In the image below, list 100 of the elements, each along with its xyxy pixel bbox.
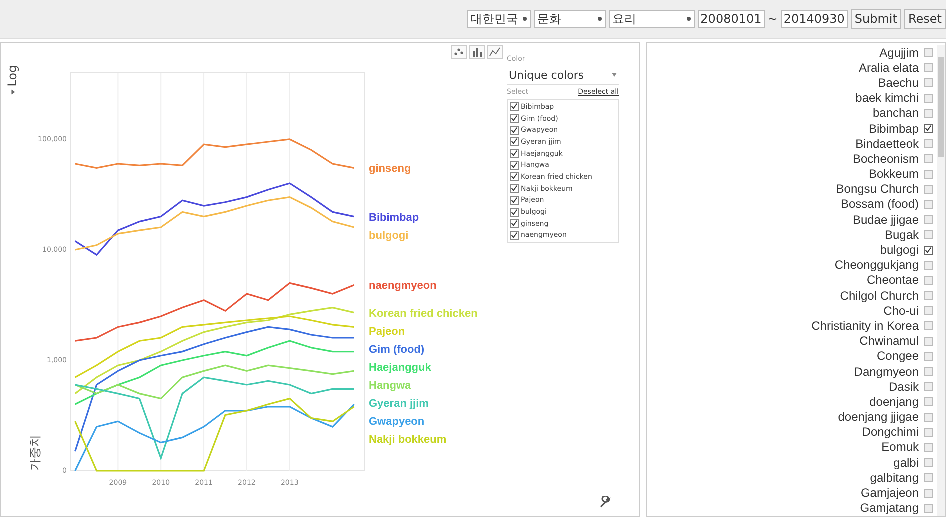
reset-button[interactable]: Reset	[904, 9, 946, 29]
checkbox[interactable]	[924, 260, 933, 270]
checkbox[interactable]	[924, 276, 933, 285]
topic-name: Baechu	[878, 76, 919, 90]
series-label: Hangwa	[369, 380, 412, 392]
checkbox[interactable]	[924, 94, 933, 103]
checkbox[interactable]	[510, 114, 519, 124]
checkbox[interactable]	[924, 504, 933, 513]
series-label: Korean fried chicken	[369, 308, 478, 320]
topic-name: Bongsu Church	[836, 182, 919, 196]
series-label: Gim (food)	[369, 344, 425, 356]
checkbox[interactable]	[924, 184, 933, 194]
scrollbar[interactable]	[937, 45, 945, 516]
checkbox[interactable]	[510, 126, 519, 135]
end-date-field[interactable]: 20140930	[780, 10, 848, 28]
checkbox[interactable]	[924, 139, 933, 148]
checkbox[interactable]	[924, 291, 933, 300]
checkbox[interactable]	[924, 124, 933, 134]
line-chart-icon[interactable]	[487, 45, 503, 59]
checkbox[interactable]	[510, 184, 519, 194]
topic-name: Cheontae	[866, 273, 919, 288]
series-label: Gwapyeon	[369, 416, 425, 428]
topic-name: Gamjatang	[860, 501, 919, 516]
topic-name: Bokkeum	[868, 167, 919, 182]
topic-name: Chwinamul	[860, 334, 919, 348]
checkbox[interactable]	[510, 160, 519, 170]
checkbox[interactable]	[510, 208, 519, 217]
series-label: Haejangguk	[369, 362, 432, 374]
series-label: Nakji bokkeum	[369, 434, 447, 446]
checkbox[interactable]	[924, 230, 933, 240]
checkbox[interactable]	[924, 473, 933, 482]
category-select[interactable]: 문화	[534, 10, 606, 28]
series-label: bulgogi	[369, 230, 409, 242]
topic-name: Dongchimi	[862, 425, 919, 440]
topic-name: Bossam (food)	[840, 197, 919, 212]
topic-name: Chilgol Church	[840, 288, 919, 303]
topic-name: doenjang jjigae	[838, 410, 919, 424]
scale-dropdown[interactable]: Log	[6, 65, 20, 95]
topic-name: Cho-ui	[884, 304, 919, 318]
checkbox[interactable]	[924, 78, 933, 88]
bar-chart-icon[interactable]	[469, 45, 485, 59]
checkbox[interactable]	[924, 382, 933, 392]
checkbox[interactable]	[924, 458, 933, 468]
country-select[interactable]: 대한민국	[466, 10, 531, 28]
checkbox[interactable]	[924, 367, 933, 376]
topic-name: Eomuk	[882, 440, 919, 454]
checkbox[interactable]	[924, 306, 933, 316]
topic-name: Bindaetteok	[856, 136, 919, 151]
subcategory-select[interactable]: 요리	[608, 10, 695, 28]
topic-name: galbi	[894, 456, 919, 470]
checkbox[interactable]	[924, 48, 933, 58]
topic-name: Aralia elata	[858, 60, 919, 75]
topic-name: baek kimchi	[856, 91, 919, 106]
topic-name: bulgogi	[880, 243, 919, 258]
topic-name: Bibimbap	[868, 122, 919, 136]
topic-name: Congee	[876, 349, 919, 364]
topic-name: Cheonggukjang	[834, 258, 919, 272]
checkbox[interactable]	[924, 108, 933, 118]
checkbox[interactable]	[924, 442, 933, 452]
topic-name: doenjang	[870, 394, 919, 409]
checkbox[interactable]	[924, 428, 933, 437]
checkbox[interactable]	[510, 102, 519, 112]
checkbox[interactable]	[924, 336, 933, 346]
checkbox[interactable]	[924, 488, 933, 498]
checkbox[interactable]	[924, 246, 933, 255]
checkbox[interactable]	[924, 215, 933, 224]
topic-name: banchan	[872, 106, 919, 120]
topic-name: Budae jjigae	[852, 212, 919, 227]
checkbox[interactable]	[924, 154, 933, 164]
checkbox[interactable]	[924, 63, 933, 72]
checkbox[interactable]	[510, 219, 519, 228]
topic-name: Bocheonism	[852, 152, 919, 166]
checkbox[interactable]	[510, 230, 519, 240]
wrench-icon[interactable]	[599, 496, 611, 508]
series-label: naengmyeon	[369, 280, 437, 292]
topic-name: Bugak	[884, 228, 919, 242]
checkbox[interactable]	[924, 170, 933, 179]
checkbox[interactable]	[924, 200, 933, 209]
submit-button[interactable]: Submit	[850, 9, 902, 29]
range-separator: ~	[768, 12, 778, 26]
checkbox[interactable]	[510, 149, 519, 158]
topic-name: Christianity in Korea	[812, 318, 919, 333]
color-dropdown[interactable]: Unique colors	[507, 66, 619, 85]
checkbox[interactable]	[924, 397, 933, 406]
topic-name: Gamjajeon	[860, 486, 919, 500]
checkbox[interactable]	[510, 172, 519, 182]
start-date-field[interactable]: 20080101	[698, 10, 765, 28]
checkbox[interactable]	[924, 321, 933, 330]
checkbox[interactable]	[924, 412, 933, 422]
topic-name: Dangmyeon	[854, 364, 919, 379]
scatter-icon[interactable]	[451, 45, 467, 59]
series-label: ginseng	[369, 163, 412, 176]
checkbox[interactable]	[924, 352, 933, 361]
axis-title: 가중치	[28, 435, 42, 471]
topic-name: galbitang	[870, 470, 919, 485]
topic-name: Dasik	[888, 380, 919, 394]
checkbox[interactable]	[510, 196, 519, 205]
checkbox[interactable]	[510, 137, 519, 146]
topic-name: Agujjim	[880, 46, 919, 60]
series-label: Pajeon	[369, 326, 406, 338]
